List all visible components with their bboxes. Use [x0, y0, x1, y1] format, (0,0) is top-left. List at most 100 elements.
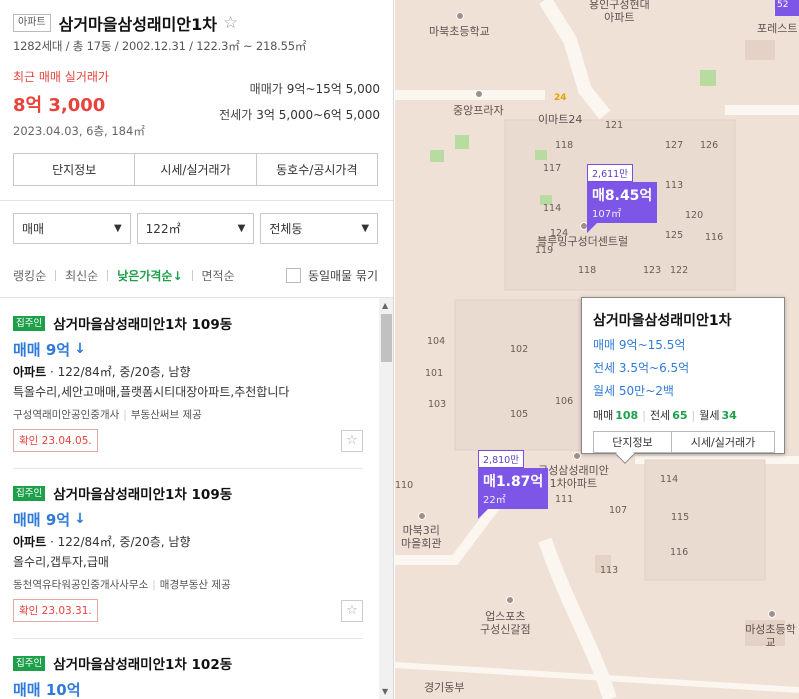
poi-label: 업스포츠 구성신갈점	[480, 610, 531, 636]
building-number: 116	[705, 232, 724, 243]
divider	[55, 269, 57, 281]
pin-icon	[475, 90, 483, 98]
sale-range-label: 매매가	[249, 82, 283, 96]
recent-trade-detail: 2023.04.03, 6층, 184㎡	[13, 124, 145, 138]
divider	[107, 269, 109, 281]
list-item[interactable]: 집주인 삼거마을삼성래미안1차 109동 매매 9억 ↓ 아파트 · 122/84…	[13, 483, 363, 622]
complex-tabs: 단지정보 시세/실거래가 동호수/공시가격	[13, 153, 378, 186]
building-number: 122	[670, 265, 689, 276]
jeonse-range-label: 전세가	[219, 108, 253, 122]
star-icon[interactable]: ☆	[341, 429, 363, 452]
marker-price: 매8.45억	[592, 188, 653, 204]
tab-unit-public-price[interactable]: 동호수/공시가격	[257, 154, 377, 185]
sort-low-price[interactable]: 낮은가격순↓	[117, 267, 182, 284]
sale-range-row: 매매가 9억~15억 5,000	[219, 80, 380, 97]
building-number: 106	[555, 396, 574, 407]
area-select[interactable]: 122㎡ ▼	[136, 213, 255, 244]
list-item[interactable]: 집주인 삼거마을삼성래미안1차 102동 매매 10억	[13, 653, 363, 699]
sort-bar: 랭킹순 최신순 낮은가격순↓ 면적순 동일매물 묶기	[13, 264, 378, 286]
trade-type-value: 매매	[22, 222, 45, 236]
list-item[interactable]: 집주인 삼거마을삼성래미안1차 109동 매매 9억 ↓ 아파트 · 122/84…	[13, 313, 363, 452]
popup-complex-info-button[interactable]: 단지정보	[594, 432, 672, 452]
poi-label: 용인구성현대 아파트	[589, 0, 650, 24]
building-number: 126	[700, 140, 719, 151]
marker-tail	[478, 509, 488, 519]
map-view[interactable]: 126 121 118 127 117 114 113 116 119 120 …	[395, 0, 799, 699]
marker-tail	[587, 223, 597, 233]
complex-panel: 아파트 삼거마을삼성래미안1차 ☆ 1282세대 / 총 17동 / 2002.…	[0, 0, 394, 699]
confirm-date: 확인 23.03.31.	[13, 599, 98, 622]
complex-popup: 삼거마을삼성래미안1차 매매 9억~15.5억 전세 3.5억~6.5억 월세 …	[581, 297, 785, 464]
listing-desc: 올수리,갭투자,급매	[13, 555, 109, 569]
sort-area[interactable]: 면적순	[202, 267, 235, 284]
sort-latest[interactable]: 최신순	[65, 267, 98, 284]
type-badge: 아파트	[13, 14, 51, 32]
popup-counts: 매매 108 | 전세 65 | 월세 34	[593, 407, 774, 423]
count-jeonse: 65	[672, 409, 688, 422]
owner-badge: 집주인	[13, 485, 46, 501]
price-marker[interactable]: 52	[775, 0, 799, 16]
marker-count: 2,611만	[587, 164, 633, 182]
jeonse-range-row: 전세가 3억 5,000~6억 5,000	[219, 106, 380, 123]
sort-ranking[interactable]: 랭킹순	[13, 267, 46, 284]
popup-jeonse: 전세 3.5억~6.5억	[593, 361, 690, 375]
complex-meta: 1282세대 / 총 17동 / 2002.12.31 / 122.3㎡ ~ 2…	[13, 39, 307, 53]
count-sale-label: 매매	[593, 409, 614, 422]
listing-title[interactable]: 삼거마을삼성래미안1차 109동	[53, 483, 232, 503]
divider: |	[642, 409, 646, 422]
price-marker[interactable]: 2,611만 매8.45억 107㎡	[587, 164, 658, 233]
star-icon[interactable]: ☆	[223, 13, 238, 33]
star-icon[interactable]: ☆	[341, 599, 363, 622]
poi-label: 중앙프라자	[453, 104, 504, 117]
building-number: 113	[665, 180, 684, 191]
chevron-down-icon: ▼	[237, 223, 246, 234]
poi-label: 블루밍구성더센트럴	[537, 235, 629, 248]
owner-badge: 집주인	[13, 655, 46, 671]
poi-label: 이마트24	[538, 113, 583, 126]
popup-price-button[interactable]: 시세/실거래가	[672, 432, 774, 452]
listing-title[interactable]: 삼거마을삼성래미안1차 109동	[53, 313, 232, 333]
building-number: 116	[670, 547, 689, 558]
building-number: 114	[543, 203, 562, 214]
scroll-up-icon[interactable]: ▲	[382, 301, 388, 310]
sale-range: 9억~15억 5,000	[286, 82, 380, 96]
emart24-icon: 24	[554, 93, 567, 103]
trade-type-select[interactable]: 매매 ▼	[13, 213, 131, 244]
listing-desc: 특올수리,세안고매매,플랫폼시티대장아파트,추천합니다	[13, 385, 290, 399]
building-number: 113	[600, 565, 619, 576]
divider: |	[152, 579, 156, 591]
divider	[0, 200, 393, 201]
building-number: 125	[665, 230, 684, 241]
tab-price-trades[interactable]: 시세/실거래가	[135, 154, 257, 185]
pin-icon	[506, 596, 514, 604]
building-number: 115	[671, 512, 690, 523]
poi-label: 구성삼성래미안 1차아파트	[538, 464, 609, 490]
divider: |	[123, 409, 127, 421]
price-marker[interactable]: 2,810만 매1.87억 22㎡	[478, 450, 549, 519]
listing-title[interactable]: 삼거마을삼성래미안1차 102동	[53, 653, 232, 673]
count-monthly-label: 월세	[699, 409, 720, 422]
divider: |	[691, 409, 696, 422]
count-jeonse-label: 전세	[649, 409, 671, 422]
building-number: 127	[665, 140, 684, 151]
poi-label: 마북초등학교	[429, 25, 490, 38]
listing-agent: 구성역래미안공인중개사	[13, 409, 120, 421]
scroll-down-icon[interactable]: ▼	[382, 687, 388, 696]
count-sale: 108	[615, 409, 639, 422]
dong-select[interactable]: 전체동 ▼	[260, 213, 379, 244]
same-listing-toggle[interactable]: 동일매물 묶기	[285, 267, 378, 284]
marker-price: 매1.87억	[483, 474, 544, 490]
marker-count: 2,810만	[478, 450, 524, 468]
scroll-thumb[interactable]	[381, 314, 392, 362]
building-number: 103	[428, 399, 447, 410]
listing-agent: 동천역유타워공인중개사사무소	[13, 579, 149, 591]
popup-title: 삼거마을삼성래미안1차	[593, 313, 732, 329]
same-listing-checkbox[interactable]	[285, 267, 301, 283]
pin-icon	[418, 512, 426, 520]
list-scrollbar[interactable]: ▲ ▼	[379, 298, 393, 699]
listing-provider: 부동산써브 제공	[130, 409, 202, 421]
tab-complex-info[interactable]: 단지정보	[14, 154, 136, 185]
building-number: 121	[605, 120, 624, 131]
building-number: 105	[510, 409, 529, 420]
recent-trade-label: 최근 매매 실거래가	[13, 70, 109, 84]
